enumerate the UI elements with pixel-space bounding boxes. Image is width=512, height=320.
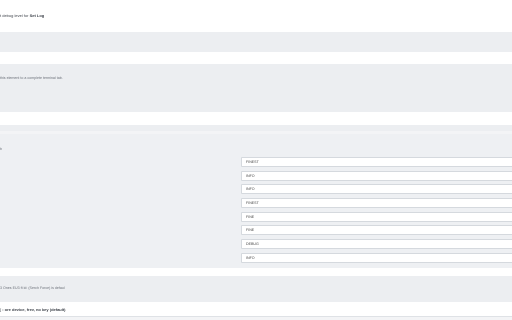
divider-panel [0,125,512,131]
terminal-description: this element to a complete terminal tab. [0,76,63,80]
level-value: DEBUG [246,242,259,246]
level-value: INFO [246,256,255,260]
level-value: INFO [246,187,255,191]
level-row[interactable]: INFO [241,253,512,263]
spacer-1 [0,22,512,32]
option-label: : ore device, frev, no key (default) [2,307,66,312]
level-row[interactable]: FINE [241,225,512,235]
level-value: INFO [246,174,255,178]
level-row[interactable]: INFO [241,171,512,181]
footer-note: 3 Ones EU3 ft id: (Serch Force) is defau… [0,286,65,290]
level-value: FINE [246,215,255,219]
footer-panel: 3 Ones EU3 ft id: (Serch Force) is defau… [0,276,512,302]
header-prefix: t debug level for [0,13,30,18]
option-text: [ : ore device, frev, no key (default) [0,307,66,312]
spacer-3 [0,112,512,125]
spacer-2 [0,52,512,64]
empty-panel-1 [0,32,512,52]
level-row[interactable]: FINEST [241,198,512,208]
levels-label: b [0,147,2,151]
header-bar: t debug level for Set Log [0,0,512,23]
level-row[interactable]: FINE [241,212,512,222]
level-row[interactable]: INFO [241,184,512,194]
level-row[interactable]: FINEST [241,157,512,167]
set-log-link[interactable]: Set Log [30,13,45,18]
level-value: FINE [246,228,255,232]
spacer-4 [0,268,512,276]
terminal-panel: this element to a complete terminal tab. [0,64,512,112]
level-value: FINEST [246,160,259,164]
header-text: t debug level for Set Log [0,13,44,18]
level-value: FINEST [246,201,259,205]
option-bar[interactable]: [ : ore device, frev, no key (default) [0,302,512,317]
level-row[interactable]: DEBUG [241,239,512,249]
